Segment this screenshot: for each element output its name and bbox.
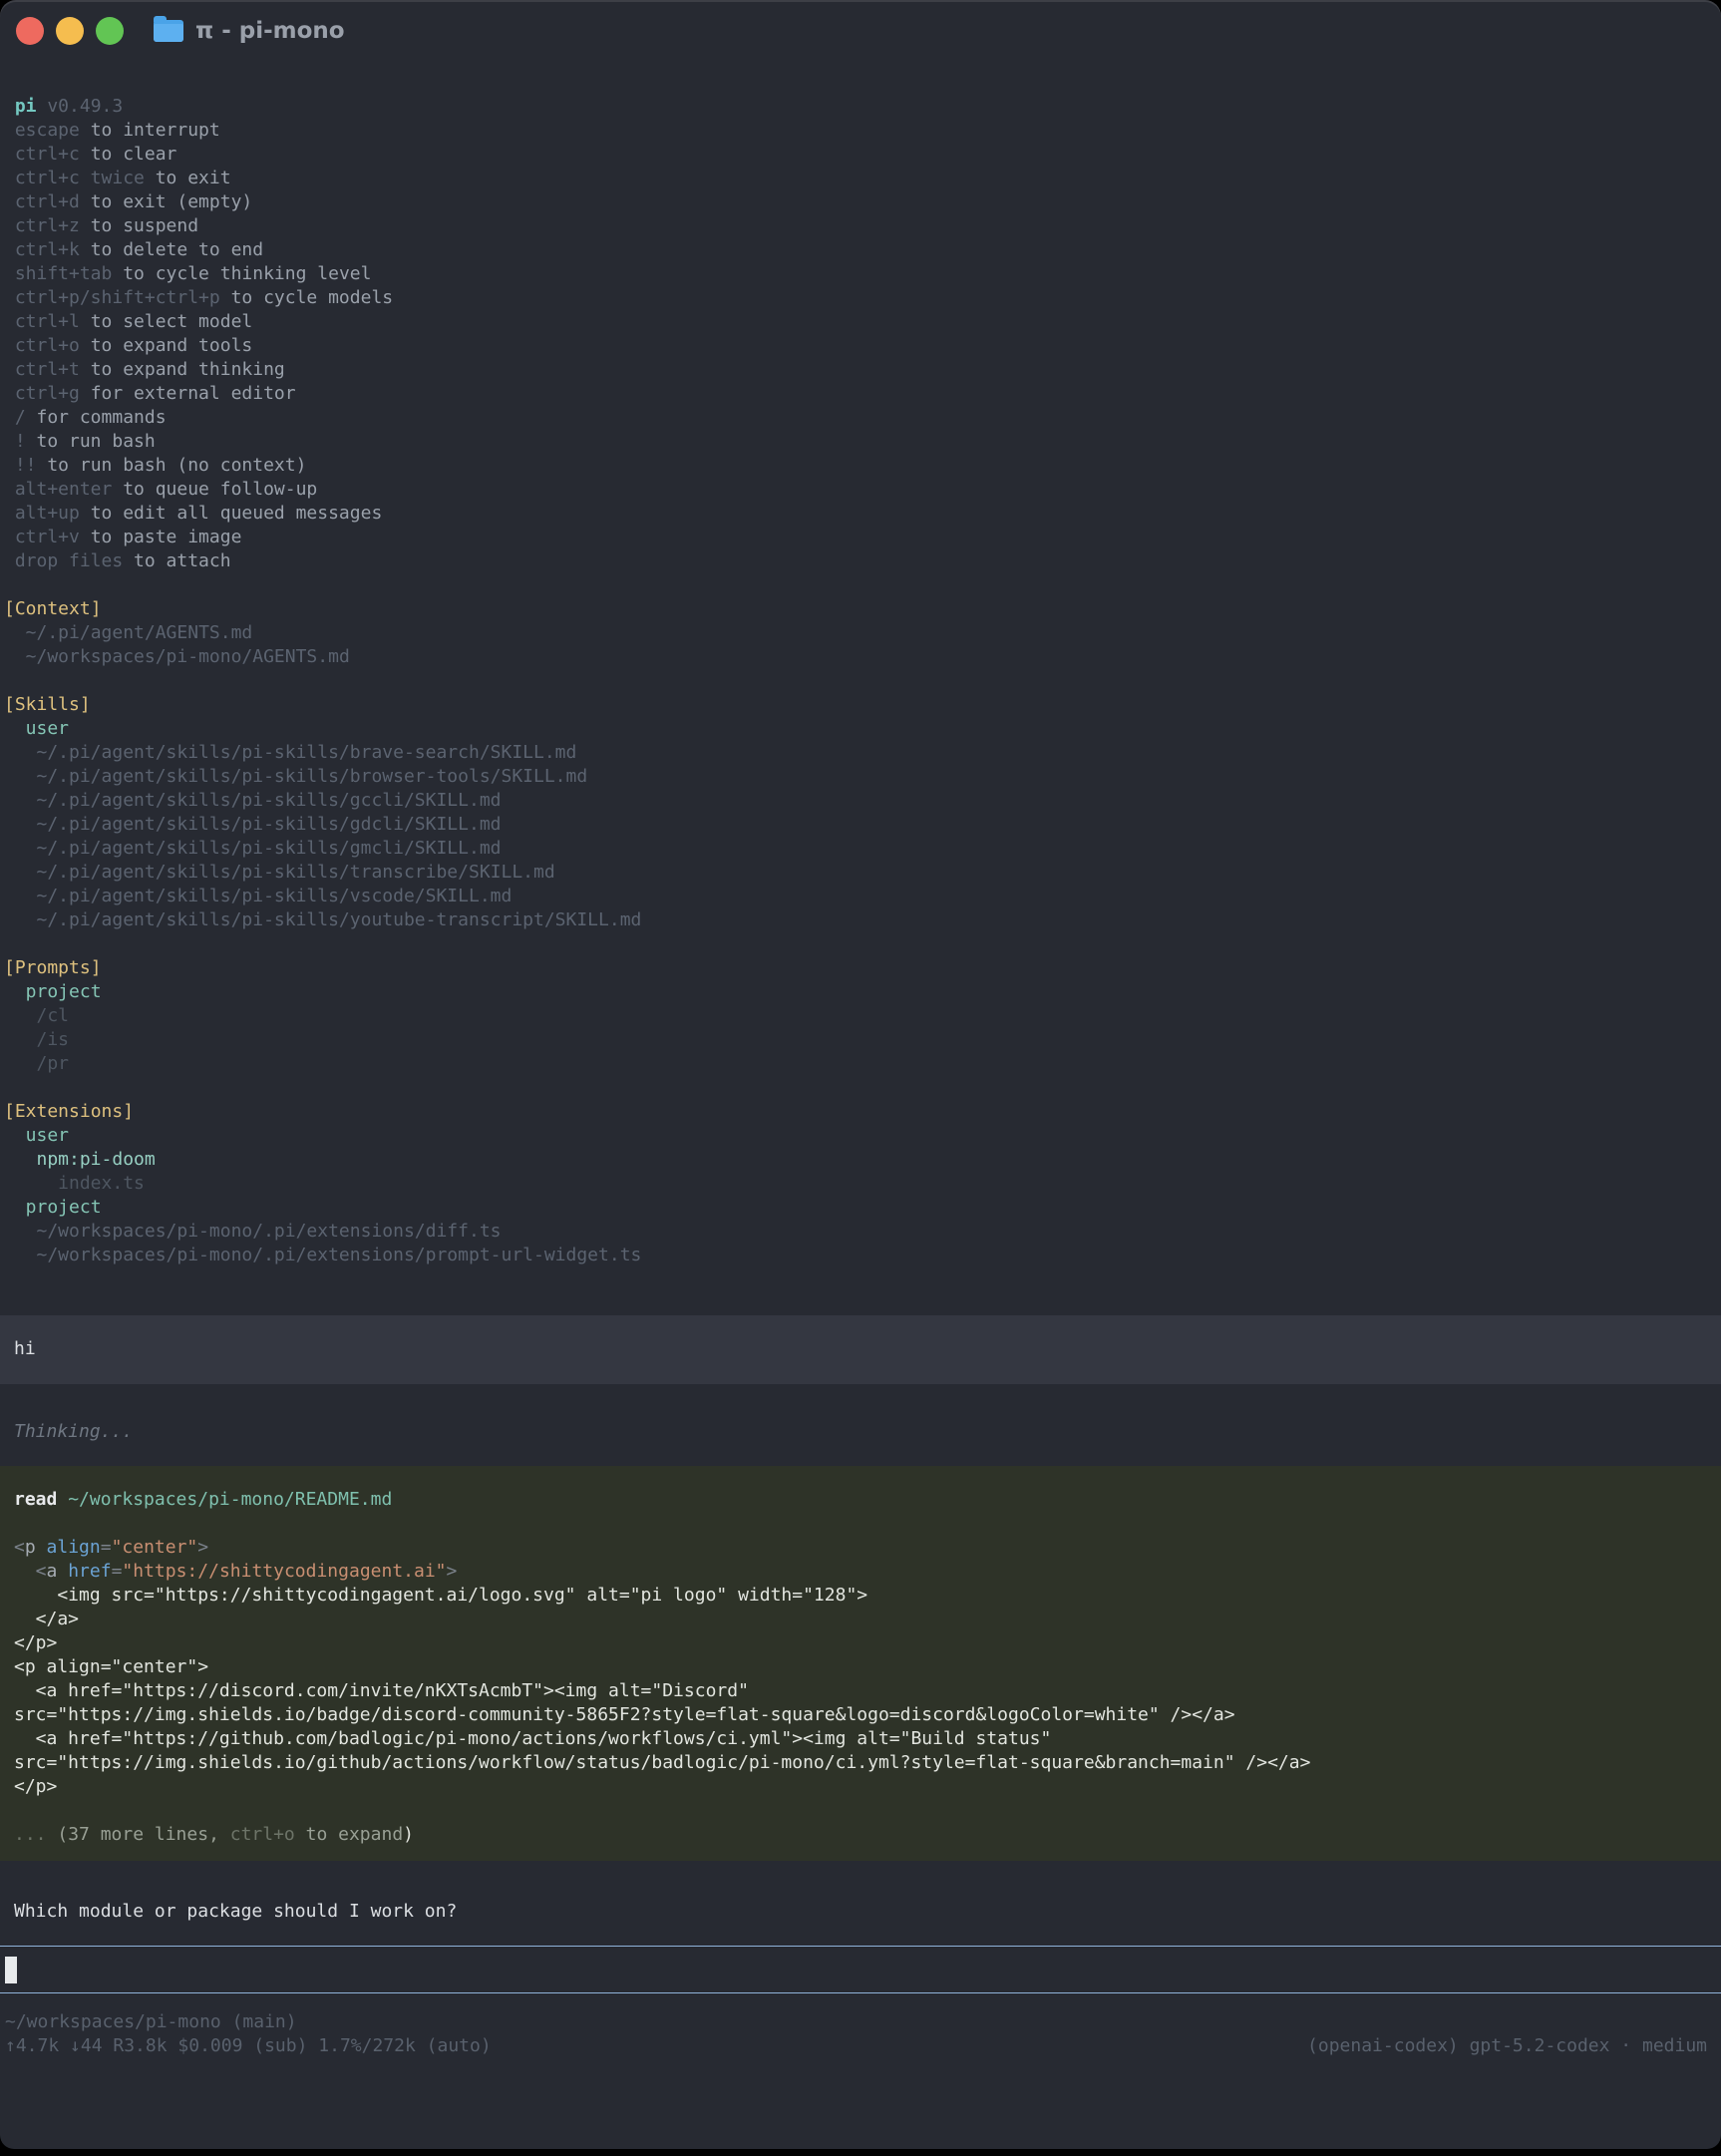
- app-version: v0.49.3: [47, 96, 123, 117]
- section-header-prompts: [Prompts]: [0, 956, 1721, 980]
- shortcut-line: ctrl+cto clear: [0, 143, 1721, 167]
- shortcut-line: alt+enterto queue follow-up: [0, 478, 1721, 502]
- code-line: <a href="https://discord.com/invite/nKXT…: [0, 1679, 1721, 1703]
- shortcut-line: ctrl+kto delete to end: [0, 238, 1721, 262]
- terminal-content: pi v0.49.3 escapeto interrupt ctrl+cto cl…: [0, 62, 1721, 2058]
- section-header-context: [Context]: [0, 597, 1721, 621]
- shortcut-line: drop filesto attach: [0, 549, 1721, 573]
- shortcut-line: !!to run bash (no context): [0, 454, 1721, 478]
- extensions-project-group-label: project: [0, 1196, 1721, 1220]
- shortcut-line: ctrl+tto expand thinking: [0, 358, 1721, 382]
- code-line: <p align="center">: [0, 1655, 1721, 1679]
- skill-item: ~/.pi/agent/skills/pi-skills/gccli/SKILL…: [0, 789, 1721, 813]
- code-line: <a href="https://shittycodingagent.ai">: [0, 1560, 1721, 1584]
- app-window: π - pi-mono pi v0.49.3 escapeto interrupt…: [0, 0, 1721, 2149]
- window-title: π - pi-mono: [195, 18, 345, 44]
- section-header-skills: [Skills]: [0, 693, 1721, 717]
- code-line: src="https://img.shields.io/github/actio…: [0, 1751, 1721, 1775]
- code-line: </p>: [0, 1631, 1721, 1655]
- app-name: pi: [15, 96, 37, 117]
- code-line: <img src="https://shittycodingagent.ai/l…: [0, 1584, 1721, 1608]
- thinking-indicator: Thinking...: [0, 1420, 1721, 1444]
- user-message: hi: [0, 1315, 1721, 1384]
- prompt-input[interactable]: [0, 1946, 1721, 1993]
- status-bar: ~/workspaces/pi-mono (main) ↑4.7k ↓44 R3…: [0, 2010, 1721, 2058]
- prompt-item: /cl: [0, 1004, 1721, 1028]
- assistant-message: Which module or package should I work on…: [0, 1900, 1721, 1924]
- shortcut-line: shift+tabto cycle thinking level: [0, 262, 1721, 286]
- code-line: </p>: [0, 1775, 1721, 1799]
- close-button[interactable]: [16, 17, 44, 45]
- code-line: <a href="https://github.com/badlogic/pi-…: [0, 1727, 1721, 1751]
- extension-npm-file: index.ts: [0, 1172, 1721, 1196]
- prompts-group-label: project: [0, 980, 1721, 1004]
- tool-arg: ~/workspaces/pi-mono/README.md: [68, 1489, 392, 1510]
- skills-group-label: user: [0, 717, 1721, 741]
- tool-name: read: [14, 1489, 57, 1510]
- skill-item: ~/.pi/agent/skills/pi-skills/gmcli/SKILL…: [0, 837, 1721, 861]
- skill-item: ~/.pi/agent/skills/pi-skills/transcribe/…: [0, 861, 1721, 885]
- prompt-item: /is: [0, 1028, 1721, 1052]
- shortcut-line: !to run bash: [0, 430, 1721, 454]
- title-bar: π - pi-mono: [0, 0, 1721, 62]
- token-stats: ↑4.7k ↓44 R3.8k $0.009 (sub) 1.7%/272k (…: [5, 2034, 492, 2058]
- skill-item: ~/.pi/agent/skills/pi-skills/gdcli/SKILL…: [0, 813, 1721, 837]
- code-line: </a>: [0, 1608, 1721, 1631]
- tool-command-line: read ~/workspaces/pi-mono/README.md: [0, 1488, 1721, 1512]
- shortcut-line: ctrl+p/shift+ctrl+pto cycle models: [0, 286, 1721, 310]
- context-item: ~/.pi/agent/AGENTS.md: [0, 621, 1721, 645]
- shortcut-line: ctrl+zto suspend: [0, 214, 1721, 238]
- zoom-button[interactable]: [96, 17, 124, 45]
- expand-hint: ... (37 more lines, ctrl+o to expand): [0, 1823, 1721, 1847]
- extensions-user-group-label: user: [0, 1124, 1721, 1148]
- shortcut-line: ctrl+oto expand tools: [0, 334, 1721, 358]
- prompt-item: /pr: [0, 1052, 1721, 1076]
- shortcut-line: /for commands: [0, 406, 1721, 430]
- model-indicator: (openai-codex) gpt-5.2-codex · medium: [1307, 2034, 1707, 2058]
- shortcut-line: ctrl+dto exit (empty): [0, 190, 1721, 214]
- tool-call-block: read ~/workspaces/pi-mono/README.md <p al…: [0, 1466, 1721, 1861]
- section-header-extensions: [Extensions]: [0, 1100, 1721, 1124]
- skill-item: ~/.pi/agent/skills/pi-skills/brave-searc…: [0, 741, 1721, 765]
- text-cursor: [5, 1957, 17, 1983]
- skill-item: ~/.pi/agent/skills/pi-skills/youtube-tra…: [0, 908, 1721, 932]
- extension-item: ~/workspaces/pi-mono/.pi/extensions/diff…: [0, 1220, 1721, 1244]
- shortcut-line: ctrl+lto select model: [0, 310, 1721, 334]
- status-cwd-line: ~/workspaces/pi-mono (main): [0, 2010, 1721, 2034]
- extension-item: ~/workspaces/pi-mono/.pi/extensions/prom…: [0, 1244, 1721, 1267]
- app-version-line: pi v0.49.3: [0, 95, 1721, 119]
- status-stats-line: ↑4.7k ↓44 R3.8k $0.009 (sub) 1.7%/272k (…: [0, 2034, 1721, 2058]
- shortcut-line: alt+upto edit all queued messages: [0, 502, 1721, 526]
- shortcut-line: ctrl+c twiceto exit: [0, 167, 1721, 190]
- skill-item: ~/.pi/agent/skills/pi-skills/vscode/SKIL…: [0, 885, 1721, 908]
- shortcut-line: ctrl+vto paste image: [0, 526, 1721, 549]
- code-line: src="https://img.shields.io/badge/discor…: [0, 1703, 1721, 1727]
- shortcut-line: escapeto interrupt: [0, 119, 1721, 143]
- shortcut-line: ctrl+gfor external editor: [0, 382, 1721, 406]
- minimize-button[interactable]: [56, 17, 84, 45]
- context-item: ~/workspaces/pi-mono/AGENTS.md: [0, 645, 1721, 669]
- skill-item: ~/.pi/agent/skills/pi-skills/browser-too…: [0, 765, 1721, 789]
- folder-icon: [154, 20, 183, 42]
- extension-npm-package: npm:pi-doom: [0, 1148, 1721, 1172]
- cwd-branch: ~/workspaces/pi-mono (main): [5, 2010, 297, 2034]
- code-line: <p align="center">: [0, 1536, 1721, 1560]
